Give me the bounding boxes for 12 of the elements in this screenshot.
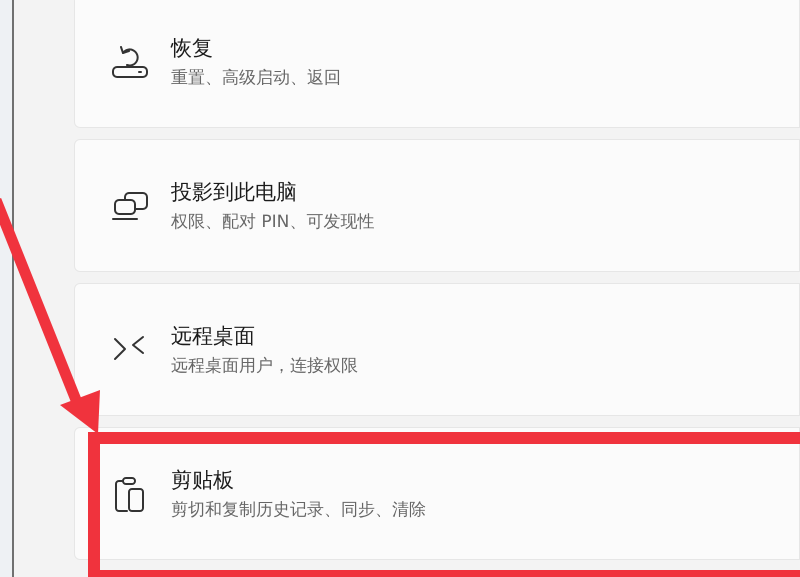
settings-card[interactable]: 投影到此电脑 权限、配对 PIN、可发现性 xyxy=(74,139,800,272)
item-title: 投影到此电脑 xyxy=(171,178,298,206)
item-description: 权限、配对 PIN、可发现性 xyxy=(171,210,374,234)
item-title: 远程桌面 xyxy=(171,322,256,350)
settings-card[interactable]: 剪贴板 剪切和复制历史记录、同步、清除 xyxy=(74,427,800,560)
item-title: 恢复 xyxy=(171,34,214,62)
item-description: 远程桌面用户，连接权限 xyxy=(171,354,358,378)
item-description: 剪切和复制历史记录、同步、清除 xyxy=(171,498,426,522)
item-title: 剪贴板 xyxy=(171,466,235,494)
settings-card[interactable]: 远程桌面 远程桌面用户，连接权限 xyxy=(74,283,800,416)
item-description: 重置、高级启动、返回 xyxy=(171,66,341,90)
settings-card[interactable]: 恢复 重置、高级启动、返回 xyxy=(74,0,800,128)
